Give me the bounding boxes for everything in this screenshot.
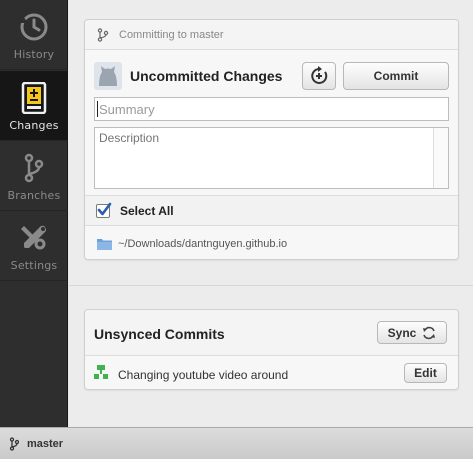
branch-icon	[97, 27, 109, 42]
sidebar-item-settings[interactable]: Settings	[0, 211, 68, 281]
repo-path-row: ~/Downloads/dantnguyen.github.io	[85, 227, 458, 259]
unsynced-card: Unsynced Commits Sync Changing youtube v…	[84, 309, 459, 390]
commit-icon	[94, 365, 108, 379]
description-scrollbar[interactable]	[433, 128, 448, 188]
sidebar-item-history[interactable]: History	[0, 0, 68, 70]
text-caret	[97, 101, 98, 117]
summary-input[interactable]	[94, 97, 449, 121]
select-all-checkbox[interactable]	[96, 202, 112, 218]
settings-icon	[17, 221, 51, 255]
sidebar-item-label: Changes	[9, 119, 59, 132]
branches-icon	[17, 151, 51, 185]
commit-card: Committing to master Uncommitted Changes…	[84, 19, 459, 260]
folder-icon	[97, 238, 112, 250]
select-all-label[interactable]: Select All	[120, 204, 174, 218]
uncommitted-title: Uncommitted Changes	[130, 68, 283, 84]
unsynced-title: Unsynced Commits	[94, 326, 225, 342]
main-panel: Committing to master Uncommitted Changes…	[69, 0, 473, 427]
repo-path: ~/Downloads/dantnguyen.github.io	[118, 237, 288, 250]
sidebar-item-branches[interactable]: Branches	[0, 141, 68, 211]
avatar	[94, 62, 122, 90]
current-branch[interactable]: master	[27, 438, 63, 450]
changes-icon	[17, 81, 51, 115]
commit-message: Changing youtube video around	[118, 368, 289, 382]
status-bar: master	[0, 427, 473, 459]
edit-commit-button[interactable]: Edit	[404, 363, 447, 383]
sync-label: Sync	[387, 325, 417, 340]
checkmark-icon	[97, 202, 112, 215]
circular-arrow-icon	[311, 66, 328, 84]
sync-icon	[423, 326, 436, 339]
discard-changes-button[interactable]	[302, 62, 336, 90]
commit-header: Committing to master	[85, 20, 458, 50]
history-icon	[17, 10, 51, 44]
branch-icon	[9, 436, 19, 451]
sidebar-item-label: History	[13, 48, 55, 61]
unsynced-commit-row[interactable]: Changing youtube video around Edit	[85, 357, 458, 389]
commit-button[interactable]: Commit	[343, 62, 449, 90]
description-input[interactable]	[94, 127, 449, 189]
divider	[69, 285, 473, 286]
sidebar-item-label: Settings	[10, 259, 58, 272]
sidebar: History Changes Branches Settings	[0, 0, 68, 427]
unsynced-header: Unsynced Commits Sync	[85, 310, 458, 356]
sync-button[interactable]: Sync	[377, 321, 447, 344]
sidebar-item-label: Branches	[7, 189, 61, 202]
select-all-row: Select All	[85, 195, 458, 226]
uncommitted-row: Uncommitted Changes Commit	[85, 51, 458, 95]
commit-header-text: Committing to master	[119, 28, 224, 41]
sidebar-item-changes[interactable]: Changes	[0, 71, 68, 141]
